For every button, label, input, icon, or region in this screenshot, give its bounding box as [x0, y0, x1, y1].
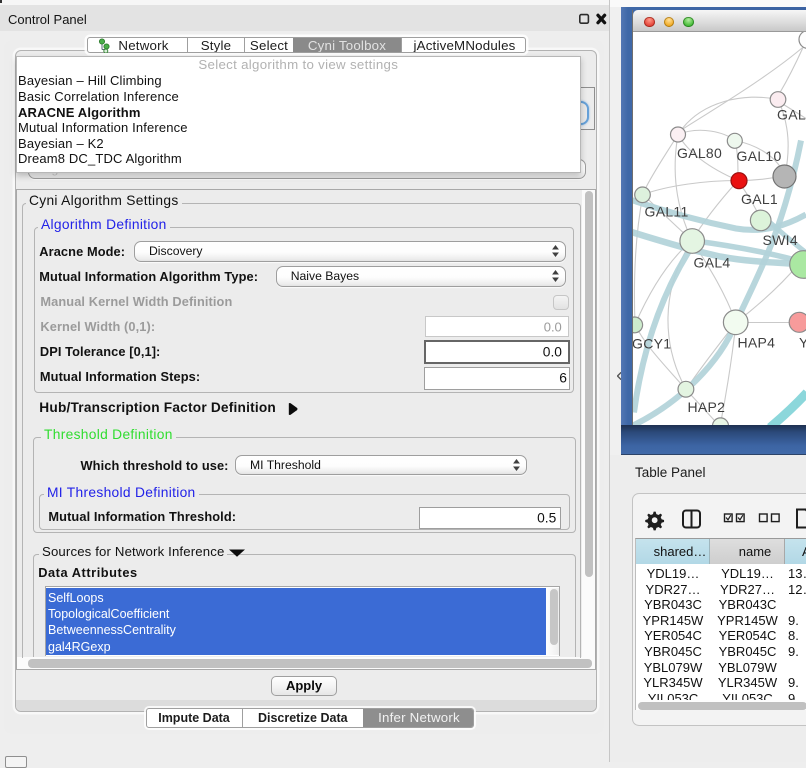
svg-text:Y: Y [799, 334, 806, 350]
svg-text:GAL4: GAL4 [694, 254, 731, 270]
svg-text:HAP4: HAP4 [738, 334, 776, 350]
svg-text:GAL80: GAL80 [677, 145, 722, 161]
svg-text:GAL1: GAL1 [741, 191, 778, 207]
svg-text:HAP2: HAP2 [688, 399, 726, 415]
svg-text:GAL11: GAL11 [645, 203, 689, 219]
svg-text:SWI4: SWI4 [763, 232, 798, 248]
svg-text:GAL2: GAL2 [777, 106, 806, 122]
svg-text:GAL10: GAL10 [737, 148, 782, 164]
svg-text:GCY1: GCY1 [633, 335, 671, 351]
